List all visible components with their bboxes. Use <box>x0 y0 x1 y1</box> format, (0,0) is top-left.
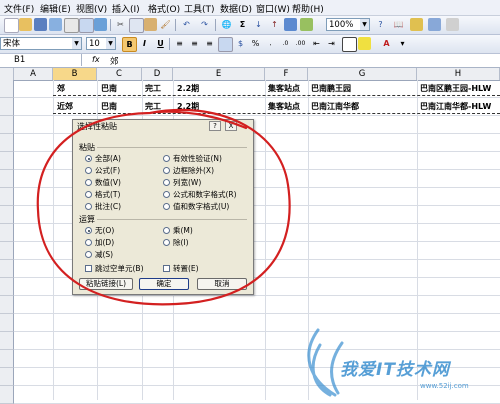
watermark-url: www.52ij.com <box>420 382 469 390</box>
red-circle-annotation <box>36 108 291 306</box>
watermark-text: 我爱IT技术网 <box>340 360 450 380</box>
red-annotation-svg <box>36 108 291 306</box>
